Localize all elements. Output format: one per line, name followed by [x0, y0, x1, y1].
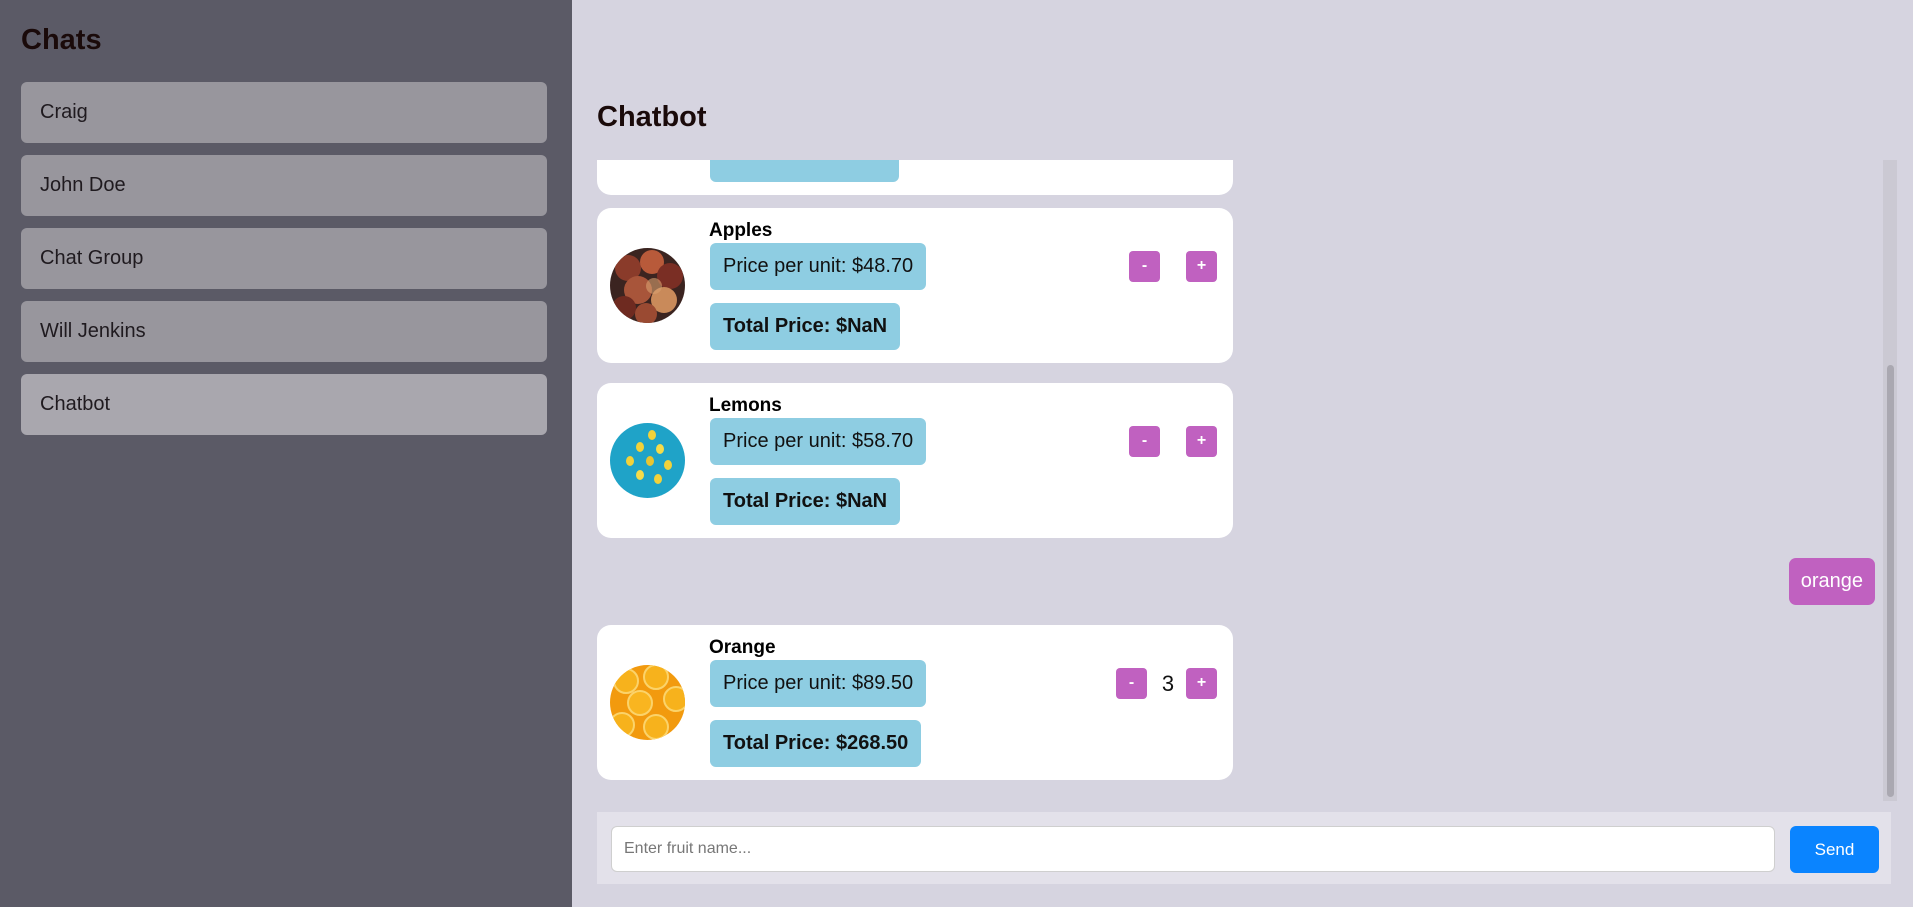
- product-card-apples: Apples Price per unit: $48.70 Total Pric…: [597, 208, 1233, 363]
- chat-item-john-doe[interactable]: John Doe: [21, 155, 547, 216]
- scrollbar-thumb[interactable]: [1887, 365, 1894, 797]
- product-name: Lemons: [709, 395, 782, 416]
- quantity-value: 3: [1161, 671, 1175, 696]
- orange-image: [610, 665, 685, 740]
- page-title: Chatbot: [597, 101, 707, 133]
- chat-item-will-jenkins[interactable]: Will Jenkins: [21, 301, 547, 362]
- chat-item-craig[interactable]: Craig: [21, 82, 547, 143]
- total-price-pill: Total Price: $NaN: [710, 303, 901, 350]
- chat-list: Craig John Doe Chat Group Will Jenkins C…: [21, 82, 547, 435]
- chat-item-chatbot[interactable]: Chatbot: [21, 374, 547, 435]
- unit-price-pill: Price per unit: $89.50: [710, 660, 927, 707]
- product-card-partial: [597, 160, 1233, 195]
- decrease-button[interactable]: -: [1129, 426, 1160, 457]
- product-card-orange: Orange Price per unit: $89.50 Total Pric…: [597, 625, 1233, 780]
- messages-scrollbar[interactable]: [1883, 160, 1897, 801]
- total-price-pill-partial: [710, 160, 899, 182]
- increase-button[interactable]: +: [1186, 251, 1217, 282]
- chat-sidebar: Chats Craig John Doe Chat Group Will Jen…: [0, 0, 572, 907]
- chat-item-chat-group[interactable]: Chat Group: [21, 228, 547, 289]
- lemons-image: [610, 423, 685, 498]
- decrease-button[interactable]: -: [1129, 251, 1160, 282]
- product-name: Orange: [709, 637, 776, 658]
- sidebar-title: Chats: [21, 24, 102, 56]
- unit-price-pill: Price per unit: $58.70: [710, 418, 927, 465]
- composer-bar: Send: [597, 812, 1891, 884]
- message-list[interactable]: Apples Price per unit: $48.70 Total Pric…: [597, 160, 1897, 800]
- increase-button[interactable]: +: [1186, 668, 1217, 699]
- send-button[interactable]: Send: [1790, 826, 1879, 873]
- user-message-bubble: orange: [1788, 558, 1875, 605]
- apples-image: [610, 248, 685, 323]
- chat-main: Chatbot Apples Price per unit: $48.70 To…: [572, 0, 1913, 907]
- fruit-name-input[interactable]: [611, 826, 1775, 872]
- product-card-lemons: Lemons Price per unit: $58.70 Total Pric…: [597, 383, 1233, 538]
- increase-button[interactable]: +: [1186, 426, 1217, 457]
- unit-price-pill: Price per unit: $48.70: [710, 243, 927, 290]
- product-name: Apples: [709, 220, 773, 241]
- total-price-pill: Total Price: $NaN: [710, 478, 901, 525]
- decrease-button[interactable]: -: [1116, 668, 1147, 699]
- total-price-pill: Total Price: $268.50: [710, 720, 922, 767]
